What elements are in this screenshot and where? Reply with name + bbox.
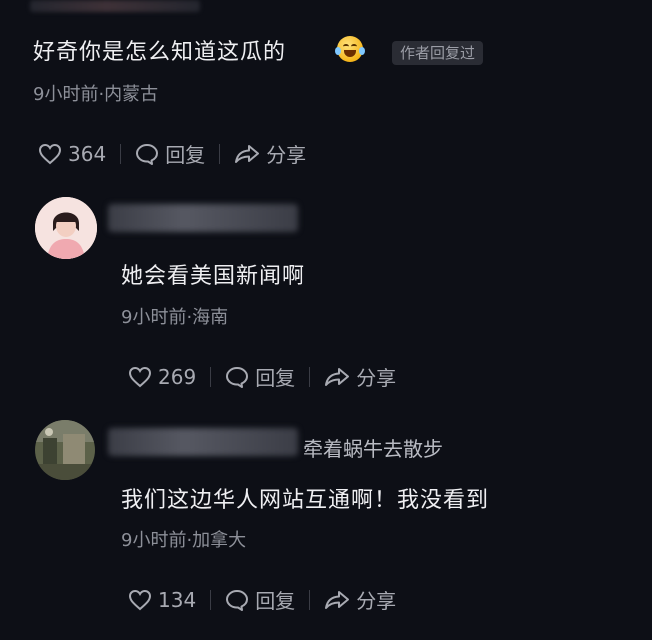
- speech-bubble-icon: [226, 366, 249, 388]
- avatar-photo: [35, 197, 97, 259]
- like-count: 269: [158, 364, 197, 389]
- reply-button[interactable]: 回复: [225, 585, 295, 614]
- divider: [210, 366, 212, 387]
- rolling-laughing-emoji-icon: [335, 36, 365, 62]
- divider: [309, 366, 311, 387]
- reply-button[interactable]: 回复: [225, 362, 295, 391]
- like-button[interactable]: 134: [128, 588, 196, 612]
- reply-label: 回复: [165, 143, 206, 167]
- share-arrow-icon: [235, 144, 260, 163]
- share-label: 分享: [356, 589, 397, 613]
- comment-text: 她会看美国新闻啊: [121, 264, 306, 289]
- reply-label: 回复: [255, 589, 296, 613]
- avatar[interactable]: [35, 420, 95, 480]
- comment-meta: 9小时前·加拿大: [121, 530, 247, 551]
- comment-actions: 134 回复 分享: [128, 585, 396, 614]
- reply-button[interactable]: 回复: [135, 139, 205, 168]
- blurred-header-fragment: [30, 0, 200, 12]
- comment-meta: 9小时前·内蒙古: [33, 84, 159, 105]
- reply-label: 回复: [255, 366, 296, 390]
- like-count: 134: [158, 587, 197, 612]
- heart-icon: [38, 143, 62, 164]
- avatar[interactable]: [35, 197, 97, 259]
- like-button[interactable]: 364: [38, 142, 106, 166]
- divider: [309, 589, 311, 610]
- share-label: 分享: [356, 366, 397, 390]
- speech-bubble-icon: [136, 143, 159, 165]
- like-button[interactable]: 269: [128, 365, 196, 389]
- comment-thread: 好奇你是怎么知道这瓜的 作者回复过 9小时前·内蒙古 364 回复 分享 她会看…: [0, 0, 652, 640]
- comment-meta: 9小时前·海南: [121, 307, 229, 328]
- share-button[interactable]: 分享: [324, 585, 396, 614]
- share-arrow-icon: [325, 367, 350, 386]
- comment-text: 好奇你是怎么知道这瓜的: [33, 40, 287, 65]
- share-button[interactable]: 分享: [234, 139, 306, 168]
- comment-actions: 364 回复 分享: [38, 139, 306, 168]
- heart-icon: [128, 589, 152, 610]
- blurred-username: [108, 428, 298, 456]
- divider: [210, 589, 212, 610]
- share-button[interactable]: 分享: [324, 362, 396, 391]
- comment-actions: 269 回复 分享: [128, 362, 396, 391]
- share-label: 分享: [266, 143, 307, 167]
- username[interactable]: 牵着蜗牛去散步: [303, 433, 443, 462]
- share-arrow-icon: [325, 590, 350, 609]
- speech-bubble-icon: [226, 589, 249, 611]
- blurred-username: [108, 204, 298, 232]
- author-replied-badge: 作者回复过: [392, 41, 484, 65]
- heart-icon: [128, 366, 152, 387]
- comment-text: 我们这边华人网站互通啊！我没看到: [121, 488, 490, 513]
- avatar-photo: [35, 420, 95, 480]
- like-count: 364: [68, 141, 107, 166]
- divider: [219, 143, 221, 164]
- divider: [120, 143, 122, 164]
